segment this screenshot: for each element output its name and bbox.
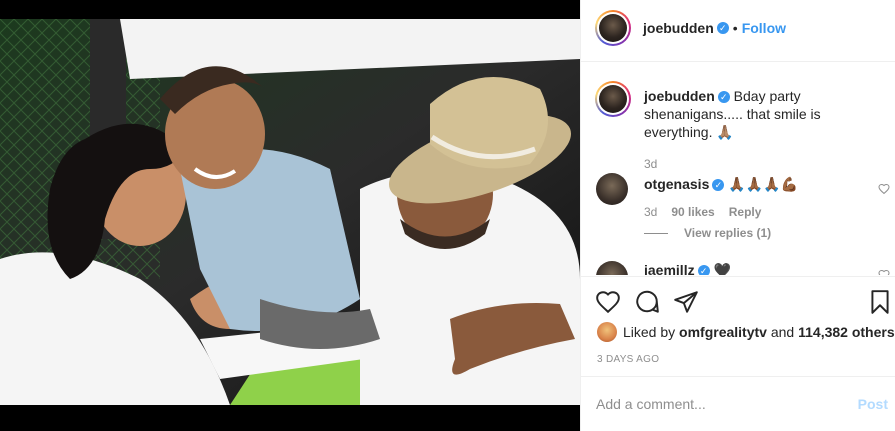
view-replies-row[interactable]: View replies (1): [644, 226, 771, 240]
likes-others[interactable]: 114,382 others: [798, 324, 895, 340]
verified-badge-icon: ✓: [712, 179, 725, 192]
liker-avatar[interactable]: [597, 322, 617, 342]
comment-meta: 3d 90 likes Reply: [644, 205, 761, 219]
likes-and: and: [770, 324, 795, 340]
heart-icon[interactable]: [595, 289, 621, 315]
verified-badge-icon: ✓: [716, 22, 729, 34]
share-icon[interactable]: [673, 289, 699, 315]
bookmark-icon[interactable]: [867, 289, 893, 315]
follow-button[interactable]: Follow: [742, 20, 786, 36]
verified-badge-icon: ✓: [697, 265, 710, 275]
caption-author-avatar[interactable]: [595, 81, 631, 117]
separator-dot: •: [732, 20, 738, 36]
post-button[interactable]: Post: [858, 396, 888, 412]
caption: joebudden ✓ Bday party shenanigans..... t…: [644, 87, 884, 173]
comment-item: otgenasis ✓ 🙏🏾🙏🏾🙏🏾💪🏾: [644, 175, 864, 193]
comment-likes[interactable]: 90 likes: [671, 205, 714, 219]
post-timestamp[interactable]: 3 DAYS AGO: [597, 354, 659, 365]
caption-author-username[interactable]: joebudden: [644, 88, 715, 104]
comment-heart-icon[interactable]: [878, 183, 890, 195]
view-replies-button[interactable]: View replies (1): [684, 226, 771, 240]
post-photo[interactable]: [0, 19, 580, 405]
verified-badge-icon: ✓: [717, 91, 730, 104]
liker-username[interactable]: omfgrealitytv: [679, 324, 767, 340]
comment-text: 🖤: [713, 262, 731, 275]
photo-pane: [0, 0, 580, 431]
comments-list[interactable]: joebudden ✓ Bday party shenanigans..... t…: [581, 63, 895, 275]
post-header: joebudden ✓ • Follow: [581, 0, 895, 62]
comment-text: 🙏🏾🙏🏾🙏🏾💪🏾: [728, 176, 798, 192]
comment-heart-icon[interactable]: [878, 269, 890, 275]
add-comment-bar: Post: [581, 376, 895, 431]
likes-summary: Liked by omfgrealitytv and 114,382 other…: [597, 322, 895, 342]
post-side-panel: joebudden ✓ • Follow joebudden ✓ Bday par…: [580, 0, 895, 431]
photo-illustration: [0, 19, 580, 405]
comment-username[interactable]: jaemillz: [644, 262, 695, 275]
commenter-avatar[interactable]: [596, 261, 628, 275]
comment-icon[interactable]: [634, 289, 660, 315]
author-username[interactable]: joebudden: [643, 20, 714, 36]
comment-age: 3d: [644, 205, 658, 219]
action-bar: Liked by omfgrealitytv and 114,382 other…: [581, 276, 895, 376]
caption-age: 3d: [644, 157, 658, 171]
comment-username[interactable]: otgenasis: [644, 176, 709, 192]
reply-button[interactable]: Reply: [729, 205, 762, 219]
likes-prefix: Liked by: [623, 324, 676, 340]
header-author-row: joebudden ✓ • Follow: [643, 20, 786, 36]
comment-input[interactable]: [596, 393, 836, 415]
commenter-avatar[interactable]: [596, 173, 628, 205]
comment-item: jaemillz ✓ 🖤: [644, 261, 864, 275]
author-avatar[interactable]: [595, 10, 631, 46]
replies-divider: [644, 232, 668, 234]
